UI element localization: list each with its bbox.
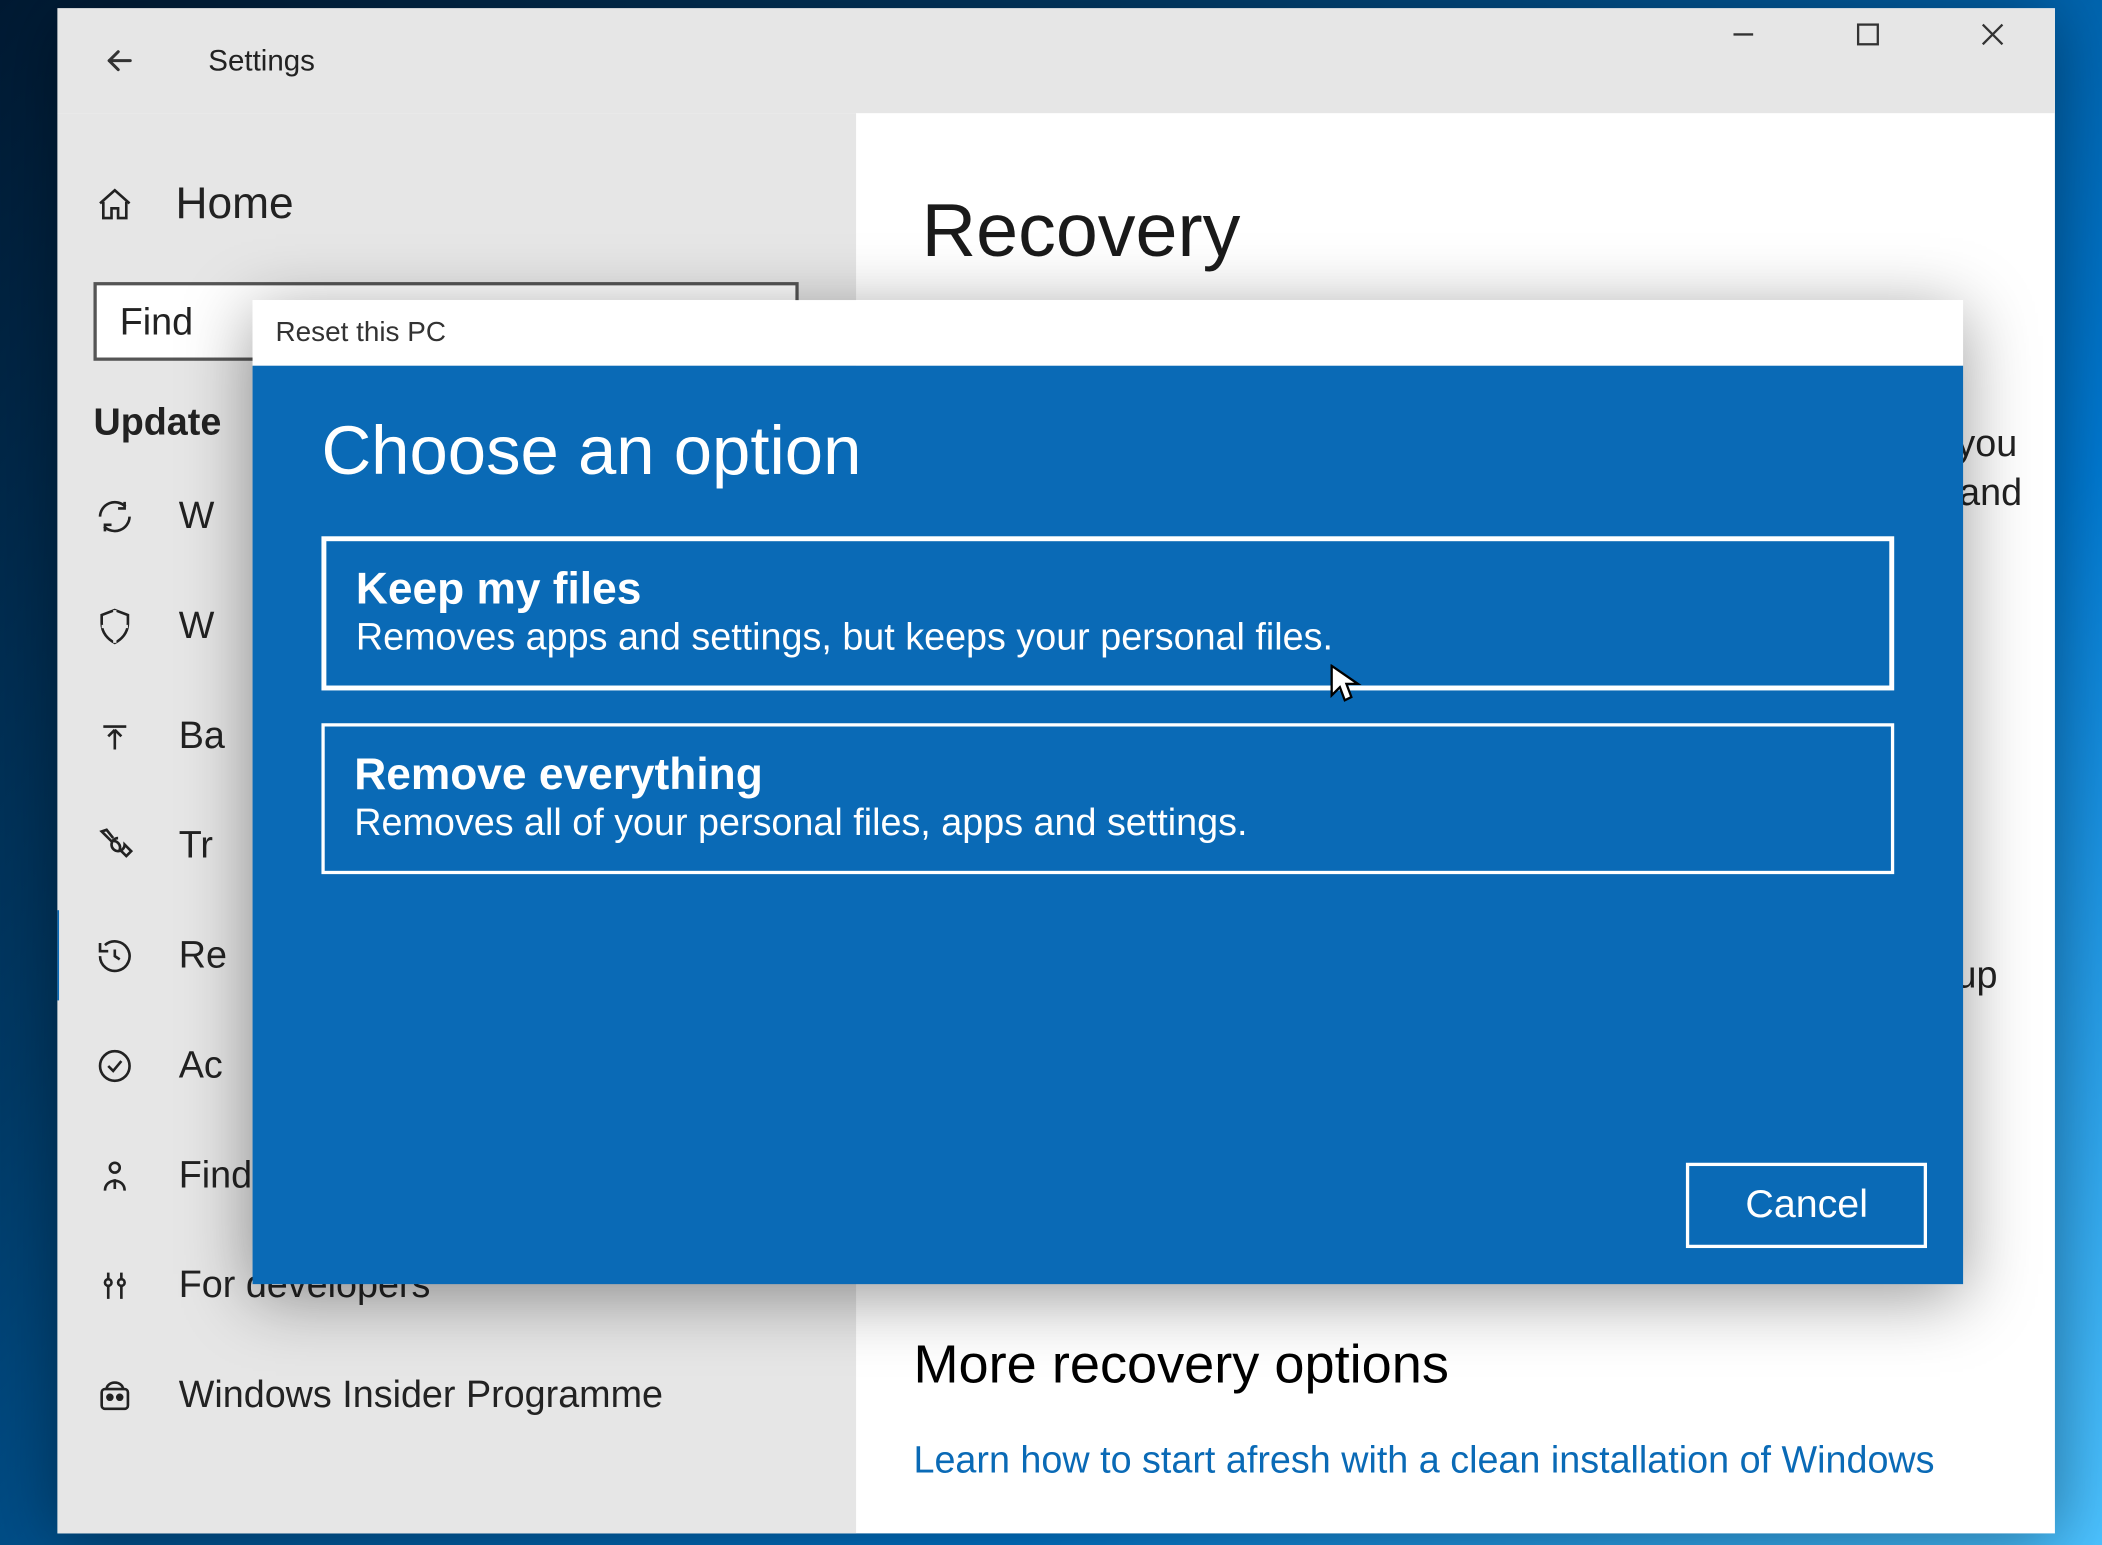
nav-label-5: Ac — [179, 1043, 223, 1087]
learn-link[interactable]: Learn how to start afresh with a clean i… — [913, 1438, 1934, 1482]
obscured-text-1: you — [1956, 421, 2017, 465]
minimize-button[interactable] — [1727, 18, 1760, 51]
sync-icon — [93, 494, 136, 537]
back-button[interactable] — [57, 43, 139, 79]
dialog-title: Reset this PC — [253, 300, 1964, 366]
option-remove-everything[interactable]: Remove everything Removes all of your pe… — [321, 723, 1894, 874]
history-icon — [93, 934, 136, 977]
insider-icon — [93, 1374, 136, 1417]
shield-icon — [93, 604, 136, 647]
dialog-heading: Choose an option — [321, 412, 1894, 491]
option-keep-files[interactable]: Keep my files Removes apps and settings,… — [321, 536, 1894, 690]
settings-window: Settings Home Update — [57, 8, 2055, 1533]
person-pin-icon — [93, 1154, 136, 1197]
option-title-1: Remove everything — [354, 749, 1861, 800]
titlebar: Settings — [57, 8, 2055, 113]
home-label: Home — [175, 179, 293, 230]
page-title: Recovery — [922, 185, 1990, 274]
option-desc-1: Removes all of your personal files, apps… — [354, 800, 1861, 844]
option-desc-0: Removes apps and settings, but keeps you… — [356, 615, 1860, 659]
nav-label-2: Ba — [179, 713, 225, 757]
wrench-icon — [93, 824, 136, 867]
section-heading: More recovery options — [913, 1333, 1448, 1395]
maximize-button[interactable] — [1852, 18, 1885, 51]
reset-pc-dialog: Reset this PC Choose an option Keep my f… — [253, 300, 1964, 1284]
obscured-text-2: and — [1959, 471, 2022, 515]
backup-icon — [93, 714, 136, 757]
nav-label-3: Tr — [179, 823, 213, 867]
nav-label-1: W — [179, 604, 215, 648]
nav-label-8: Windows Insider Programme — [179, 1373, 663, 1417]
check-circle-icon — [93, 1044, 136, 1087]
nav-item-8[interactable]: Windows Insider Programme — [57, 1340, 856, 1450]
app-title: Settings — [139, 43, 315, 77]
close-button[interactable] — [1976, 18, 2009, 51]
option-title-0: Keep my files — [356, 564, 1860, 615]
nav-label-0: W — [179, 494, 215, 538]
nav-home[interactable]: Home — [57, 162, 856, 246]
nav-label-4: Re — [179, 933, 227, 977]
cancel-button[interactable]: Cancel — [1686, 1163, 1927, 1248]
home-icon — [93, 183, 136, 226]
developer-icon — [93, 1264, 136, 1307]
